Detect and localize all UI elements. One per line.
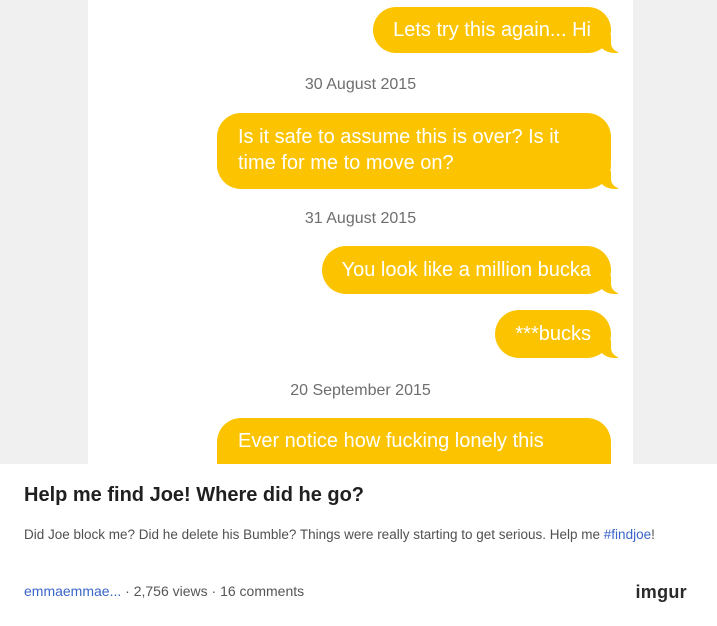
bubble-tail bbox=[598, 33, 628, 53]
description-end: ! bbox=[651, 527, 655, 542]
message-bubble: Is it safe to assume this is over? Is it… bbox=[217, 113, 628, 189]
message-text: Is it safe to assume this is over? Is it… bbox=[238, 126, 560, 174]
message-bubble: Lets try this again... Hi bbox=[373, 7, 628, 53]
message-text: You look like a million bucka bbox=[341, 259, 591, 281]
bubble-tail bbox=[598, 338, 628, 358]
bubble-tail bbox=[598, 274, 628, 294]
message-bubble: ***bucks bbox=[495, 310, 628, 358]
bubble-tail bbox=[598, 169, 628, 189]
author-link[interactable]: emmaemmae... bbox=[24, 583, 121, 599]
date-separator: 31 August 2015 bbox=[304, 210, 417, 227]
chat-screenshot[interactable]: Lets try this again... Hi 30 August 2015… bbox=[0, 0, 717, 464]
meta-separator: · bbox=[121, 583, 134, 599]
meta-separator: · bbox=[207, 583, 221, 599]
message-text: ***bucks bbox=[515, 323, 591, 345]
post-description: Did Joe block me? Did he delete his Bumb… bbox=[24, 525, 692, 544]
message-text: Ever notice how fucking lonely this bbox=[238, 430, 544, 452]
post-meta: emmaemmae... · 2,756 views · 16 comments bbox=[24, 583, 304, 599]
comment-count[interactable]: 16 comments bbox=[220, 583, 304, 599]
imgur-logo[interactable]: imgur bbox=[635, 582, 687, 603]
message-bubble: Ever notice how fucking lonely this bbox=[217, 418, 611, 464]
message-bubble: You look like a million bucka bbox=[321, 246, 628, 294]
chat-thread: Lets try this again... Hi 30 August 2015… bbox=[88, 0, 633, 464]
date-separator: 30 August 2015 bbox=[304, 76, 417, 93]
hashtag-link[interactable]: #findjoe bbox=[604, 527, 651, 542]
message-text: Lets try this again... Hi bbox=[393, 19, 591, 41]
description-text: Did Joe block me? Did he delete his Bumb… bbox=[24, 527, 604, 542]
post-caption: Help me find Joe! Where did he go? Did J… bbox=[0, 464, 717, 626]
post-title[interactable]: Help me find Joe! Where did he go? bbox=[24, 484, 364, 507]
view-count: 2,756 views bbox=[133, 583, 208, 599]
date-separator: 20 September 2015 bbox=[290, 382, 431, 399]
